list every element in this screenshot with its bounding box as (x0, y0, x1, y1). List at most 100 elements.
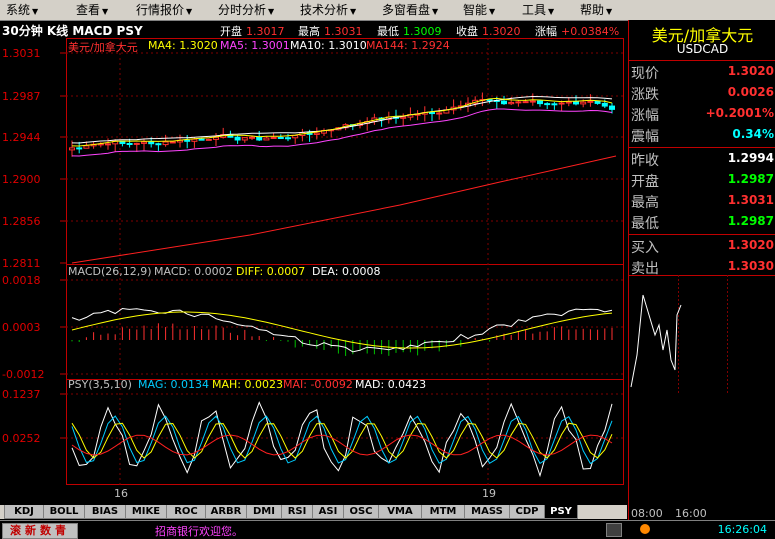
macd-frame (66, 264, 624, 380)
candle-body (277, 137, 284, 140)
ma4-legend: MA4: 1.3020 (148, 39, 218, 52)
mag-value: MAG: 0.0134 (138, 378, 210, 391)
tab-boll[interactable]: BOLL (43, 505, 85, 519)
tab-asi[interactable]: ASI (312, 505, 344, 519)
alert-icon[interactable] (640, 524, 650, 534)
tab-mike[interactable]: MIKE (125, 505, 167, 519)
quote-label: 最低 (631, 216, 659, 232)
kline-ytick: 1.2987 (2, 90, 41, 103)
quote-row: 震幅 0.34% (629, 125, 775, 145)
x-label: 19 (482, 487, 496, 500)
candle-body (565, 101, 572, 104)
diff-line (71, 307, 613, 353)
candle-body (155, 143, 162, 146)
mini-intraday-chart (629, 275, 775, 395)
kline-ytick: 1.2811 (2, 257, 41, 270)
tab-mtm[interactable]: MTM (421, 505, 465, 519)
macd-ytick: 0.0003 (2, 321, 41, 334)
quote-label: 最高 (631, 195, 659, 211)
candle-body (191, 138, 198, 142)
candle-body (508, 101, 515, 105)
quote-row: 现价 1.3020 (629, 62, 775, 82)
ma10-line (71, 95, 613, 144)
low-label: 最低 1.3009 (377, 25, 442, 38)
open-value: 1.3017 (246, 25, 285, 38)
tab-psy[interactable]: PSY (544, 505, 578, 519)
quote-value: 1.3030 (727, 259, 774, 273)
tab-roc[interactable]: ROC (166, 505, 206, 519)
news-button[interactable]: 滚新数青 (2, 523, 78, 539)
quote-value: 0.34% (732, 127, 774, 141)
quote-value: 0.0026 (727, 85, 774, 99)
candle-body (501, 100, 507, 105)
tab-osc[interactable]: OSC (343, 505, 379, 519)
time-label: 16:00 (675, 507, 707, 520)
menu-intraday[interactable]: 分时分析 ▼ (218, 2, 274, 18)
tab-kdj[interactable]: KDJ (4, 505, 44, 519)
menu-quotes[interactable]: 行情报价 ▼ (136, 2, 192, 18)
menu-view[interactable]: 查看 ▼ (76, 2, 108, 18)
ma5-legend: MA5: 1.3001 (220, 39, 290, 52)
candle-body (313, 132, 320, 135)
candle-body (126, 143, 133, 146)
menu-help[interactable]: 帮助 ▼ (580, 2, 612, 18)
dea-line (71, 311, 613, 349)
high-value: 1.3031 (324, 25, 363, 38)
menu-system[interactable]: 系统 ▼ (6, 2, 38, 18)
quote-row: 涨跌 0.0026 (629, 83, 775, 103)
indicator-tabs: KDJ BOLL BIAS MIKE ROC ARBR DMI RSI ASI … (0, 505, 627, 519)
psy-ytick: 0.0252 (2, 432, 41, 445)
candle-body (429, 112, 435, 115)
monitor-icon[interactable] (606, 523, 622, 537)
close-value: 1.3020 (482, 25, 521, 38)
mai-value: MAI: -0.0092 (283, 378, 353, 391)
quote-label: 涨跌 (631, 87, 659, 103)
quote-label: 现价 (631, 66, 659, 82)
dea-value: DEA: 0.0008 (312, 265, 381, 278)
quote-row: 昨收 1.2994 (629, 149, 775, 169)
candle-body (184, 139, 191, 142)
ma144-line (71, 155, 617, 264)
quote-label: 买入 (631, 240, 659, 256)
x-label: 16 (114, 487, 128, 500)
tab-dmi[interactable]: DMI (246, 505, 282, 519)
quote-label: 开盘 (631, 174, 659, 190)
menu-multiwindow[interactable]: 多窗看盘 ▼ (382, 2, 438, 18)
quote-code: USDCAD (676, 42, 729, 56)
y-ticks (60, 52, 66, 439)
candle-body (105, 143, 111, 146)
candle-body (270, 137, 277, 140)
quote-label: 震幅 (631, 129, 659, 145)
candle-body (198, 138, 205, 141)
quote-value: 1.2987 (727, 172, 774, 186)
quote-row: 最低 1.2987 (629, 212, 775, 232)
tab-cdp[interactable]: CDP (509, 505, 545, 519)
candle-body (234, 136, 241, 141)
quote-row: 买入 1.3020 (629, 236, 775, 256)
quote-label: 昨收 (631, 153, 659, 169)
tab-rsi[interactable]: RSI (281, 505, 313, 519)
quote-panel: 美元/加拿大元 USDCAD 现价 1.3020 涨跌 0.0026 涨幅 +0.2001… (628, 20, 775, 520)
tab-arbr[interactable]: ARBR (205, 505, 247, 519)
tab-vma[interactable]: VMA (378, 505, 422, 519)
candle-body (249, 136, 255, 139)
menu-smart[interactable]: 智能 ▼ (463, 2, 495, 18)
kline-symbol: 美元/加拿大元 (68, 41, 138, 54)
candle-body (285, 137, 291, 140)
menu-tools[interactable]: 工具 ▼ (522, 2, 554, 18)
tab-bias[interactable]: BIAS (84, 505, 126, 519)
mah-value: MAH: 0.0023 (212, 378, 283, 391)
candle-body (83, 145, 90, 149)
welcome-text: 招商银行欢迎您。 (155, 525, 243, 538)
candle-body (594, 100, 601, 104)
change-label: 涨幅 +0.0384% (535, 25, 620, 38)
high-label: 最高 1.3031 (298, 25, 363, 38)
candle-body (580, 101, 587, 105)
candle-body (601, 102, 608, 107)
chart-area[interactable]: 30分钟 K线 MACD PSY 开盘 1.3017 最高 1.3031 最低 1.3… (0, 20, 627, 506)
candle-body (69, 147, 75, 151)
candle-body (169, 141, 176, 144)
quote-row: 开盘 1.2987 (629, 170, 775, 190)
menu-technical[interactable]: 技术分析 ▼ (300, 2, 356, 18)
tab-mass[interactable]: MASS (464, 505, 510, 519)
